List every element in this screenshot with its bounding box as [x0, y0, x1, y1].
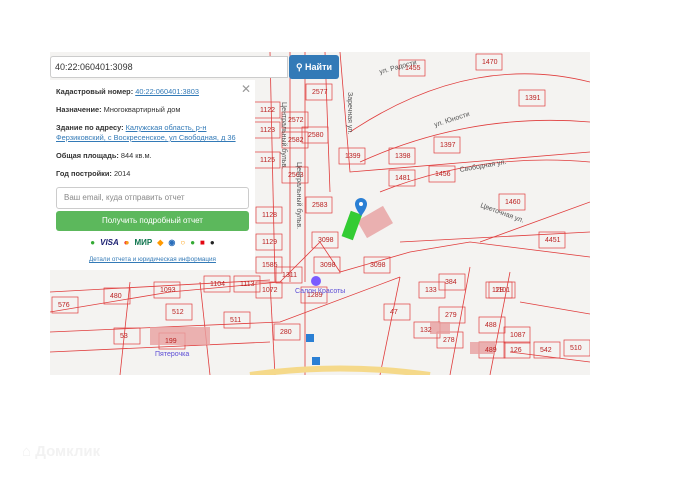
parcel-number: 1460 [505, 199, 521, 206]
find-button[interactable]: ⚲ Найти [289, 55, 339, 79]
beeline-icon: ● [209, 238, 215, 247]
parcel-number: 279 [445, 312, 457, 319]
parcel-number: 53 [120, 333, 128, 340]
bus-stop-icon[interactable] [306, 334, 314, 342]
mts-icon: ■ [200, 238, 205, 247]
parcel-number: 2583 [312, 202, 328, 209]
search-input[interactable]: 40:22:060401:3098 [50, 56, 288, 78]
find-button-label: Найти [305, 62, 333, 72]
street-label: Заречная ул. [346, 92, 353, 134]
parcel-number: 1104 [210, 281, 225, 288]
parcel-number: 384 [445, 279, 457, 286]
parcel-number: 542 [540, 347, 552, 354]
cadastral-link[interactable]: 40:22:060401:3803 [135, 87, 199, 96]
parcel-number: 1125 [260, 157, 275, 164]
parcel-number: 1585 [262, 262, 278, 269]
info-panel: ✕ Кадастровый номер: 40:22:060401:3803 Н… [50, 80, 255, 270]
parcel-number: 3098 [320, 262, 336, 269]
parcel-number: 278 [443, 337, 455, 344]
address-label: Здание по адресу: [56, 123, 124, 132]
parcel-number: 480 [110, 293, 122, 300]
parcel-number: 1101 [495, 287, 510, 294]
visa-icon: VISA [100, 238, 119, 247]
beauty-salon-icon[interactable] [311, 276, 321, 286]
alfa-icon: ● [190, 238, 196, 247]
poi-label: Салон Красоты [295, 288, 345, 295]
parcel-number: 1072 [262, 287, 278, 294]
street-label: ул. Юности [433, 111, 470, 129]
parcel-number: 280 [280, 329, 292, 336]
parcel-number: 1128 [262, 212, 277, 219]
parcel-number: 2577 [312, 89, 328, 96]
selected-parcel[interactable] [341, 210, 363, 241]
mir-icon: МИР [134, 238, 153, 247]
parcel-number: 2582 [288, 137, 304, 144]
parcel-number: 2580 [308, 132, 324, 139]
parcel-number: 1456 [435, 171, 451, 178]
parcel-number: 1481 [395, 175, 411, 182]
street-label: Центральный бульв. [295, 162, 303, 229]
parcel-number: 1311 [282, 272, 297, 279]
parcel-number: 3098 [318, 237, 334, 244]
area-value: 844 кв.м. [120, 151, 152, 160]
close-icon[interactable]: ✕ [241, 82, 251, 96]
parcel-number: 512 [172, 309, 184, 316]
parcel-number: 488 [485, 322, 497, 329]
domclick-watermark: ⌂ Домклик [22, 443, 101, 460]
parcel-number: 3098 [370, 262, 386, 269]
shop-label: Пятерочка [155, 351, 189, 358]
street-label: Свободная ул. [459, 158, 507, 174]
yandex-money-icon: ◆ [157, 238, 164, 247]
parcel-number: 1397 [440, 142, 456, 149]
qiwi-icon: ○ [180, 238, 186, 247]
parcel-number: 199 [165, 338, 177, 345]
parcel-number: 1113 [240, 281, 255, 288]
parcel-number: 1399 [345, 153, 361, 160]
sberbank-icon: ● [90, 238, 96, 247]
purpose-label: Назначение: [56, 105, 102, 114]
parcel-number: 132 [420, 327, 432, 334]
parcel-number: 576 [58, 302, 70, 309]
area-label: Общая площадь: [56, 151, 119, 160]
parcel-number: 1122 [260, 107, 275, 114]
parcel-number: 1087 [510, 332, 526, 339]
purpose-value: Многоквартирный дом [103, 105, 181, 114]
street-label: Центральный бульв. [280, 102, 288, 169]
details-link[interactable]: Детали отчета и юридическая информация [89, 256, 216, 263]
parcel-number: 126 [510, 347, 522, 354]
parcel-number: 489 [485, 347, 497, 354]
email-input[interactable]: Ваш email, куда отправить отчет [56, 187, 249, 209]
search-icon: ⚲ [295, 62, 306, 72]
cadastral-label: Кадастровый номер: [56, 87, 134, 96]
get-report-button[interactable]: Получить подробный отчет [56, 211, 249, 231]
payment-methods: ● VISA ●● МИР ◆ ◉ ○ ● ■ ● [56, 238, 249, 247]
parcel-number: 510 [570, 345, 582, 352]
parcel-number: 511 [230, 317, 241, 324]
bus-stop-icon[interactable] [312, 357, 320, 365]
year-label: Год постройки: [56, 169, 112, 178]
parcel-number: 47 [390, 309, 398, 316]
parcel-number: 1123 [260, 127, 275, 134]
parcel-number: 1470 [482, 59, 498, 66]
parcel-number: 133 [425, 287, 437, 294]
year-value: 2014 [113, 169, 131, 178]
parcel-number: 1398 [395, 153, 411, 160]
parcel-number: 1129 [262, 239, 277, 246]
mastercard-icon: ●● [123, 238, 130, 247]
webmoney-icon: ◉ [168, 238, 176, 247]
parcel-number: 4451 [545, 237, 561, 244]
parcel-number: 1391 [525, 95, 541, 102]
parcel-number: 2572 [288, 117, 304, 124]
parcel-number: 1093 [160, 287, 176, 294]
